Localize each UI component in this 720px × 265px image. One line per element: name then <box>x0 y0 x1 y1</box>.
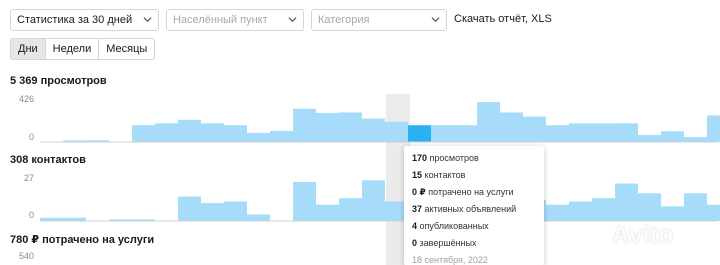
views-bar[interactable] <box>385 121 408 142</box>
contacts-bar[interactable] <box>339 198 362 221</box>
spent-axis-max: 540 <box>18 251 34 261</box>
tooltip-active-label: активных объявлений <box>424 204 517 214</box>
contacts-bar[interactable] <box>661 206 684 221</box>
spent-title: 780 ₽ потрачено на услуги <box>10 234 155 246</box>
tooltip-spent: 0 ₽ потрачено на услуги <box>412 184 536 201</box>
views-bar[interactable] <box>546 125 569 142</box>
views-bar[interactable] <box>408 125 431 142</box>
views-bar[interactable] <box>247 132 270 142</box>
tooltip-active-count: 37 <box>412 204 423 214</box>
contacts-bar[interactable] <box>684 193 707 221</box>
views-bar[interactable] <box>155 123 178 142</box>
contacts-bar[interactable] <box>316 204 339 221</box>
views-bar[interactable] <box>523 116 546 142</box>
tooltip-contacts: 15 контактов <box>412 167 536 184</box>
tooltip-published: 4 опубликованных <box>412 218 536 235</box>
views-bar[interactable] <box>638 135 661 142</box>
views-bar[interactable] <box>178 119 201 142</box>
tooltip-views: 170 просмотров <box>412 150 536 167</box>
views-axis-max: 426 <box>18 94 34 104</box>
views-bar[interactable] <box>316 112 339 142</box>
tooltip-active: 37 активных объявлений <box>412 201 536 218</box>
views-bar[interactable] <box>431 125 454 142</box>
tooltip-contacts-label: контактов <box>424 170 466 180</box>
contacts-bar[interactable] <box>224 201 247 221</box>
tooltip-finished: 0 завершённых <box>412 235 536 252</box>
views-axis-zero: 0 <box>28 132 34 142</box>
views-bar[interactable] <box>661 131 684 142</box>
tooltip-spent-label: потрачено на услуги <box>428 187 514 197</box>
views-bar[interactable] <box>339 112 362 142</box>
views-bar[interactable] <box>201 123 224 142</box>
views-bar[interactable] <box>477 102 500 142</box>
views-bar[interactable] <box>500 112 523 142</box>
views-bar[interactable] <box>569 123 592 142</box>
tooltip-finished-label: завершённых <box>419 238 477 248</box>
tooltip-date: 18 сентября, 2022 <box>412 255 488 265</box>
statistics-page: Статистика за 30 дней Населённый пункт К… <box>0 0 720 265</box>
contacts-axis-zero: 0 <box>28 210 34 220</box>
contacts-bar[interactable] <box>615 183 638 221</box>
tooltip-contacts-count: 15 <box>412 170 423 180</box>
views-bar[interactable] <box>707 115 720 142</box>
views-bar[interactable] <box>224 125 247 142</box>
contacts-bar[interactable] <box>707 204 720 221</box>
contacts-chart <box>40 180 720 221</box>
avito-watermark: Avito <box>612 222 674 249</box>
contacts-bar[interactable] <box>569 201 592 221</box>
views-bar[interactable] <box>132 125 155 142</box>
contacts-bar[interactable] <box>178 196 201 221</box>
day-tooltip: 170 просмотров 15 контактов 0 ₽ потрачен… <box>404 146 544 265</box>
tooltip-views-label: просмотров <box>429 153 479 163</box>
contacts-bar[interactable] <box>293 181 316 221</box>
tooltip-spent-amount: 0 ₽ <box>412 187 426 197</box>
tooltip-published-label: опубликованных <box>419 221 489 231</box>
tooltip-published-count: 4 <box>412 221 418 231</box>
tooltip-finished-count: 0 <box>412 238 418 248</box>
views-bar[interactable] <box>362 118 385 142</box>
contacts-bar[interactable] <box>247 214 270 221</box>
contacts-bar[interactable] <box>201 203 224 221</box>
views-title: 5 369 просмотров <box>10 75 107 87</box>
contacts-axis-max: 27 <box>23 173 34 183</box>
contacts-title: 308 контактов <box>10 154 86 166</box>
tooltip-views-count: 170 <box>412 153 428 163</box>
views-bar[interactable] <box>615 123 638 142</box>
contacts-bar[interactable] <box>362 180 385 221</box>
views-bar[interactable] <box>270 130 293 142</box>
contacts-bar[interactable] <box>592 198 615 221</box>
contacts-bar[interactable] <box>546 204 569 221</box>
views-bar[interactable] <box>293 108 316 142</box>
views-bar[interactable] <box>454 125 477 142</box>
views-bar[interactable] <box>592 123 615 142</box>
contacts-bar[interactable] <box>638 193 661 221</box>
views-bar[interactable] <box>684 137 707 142</box>
